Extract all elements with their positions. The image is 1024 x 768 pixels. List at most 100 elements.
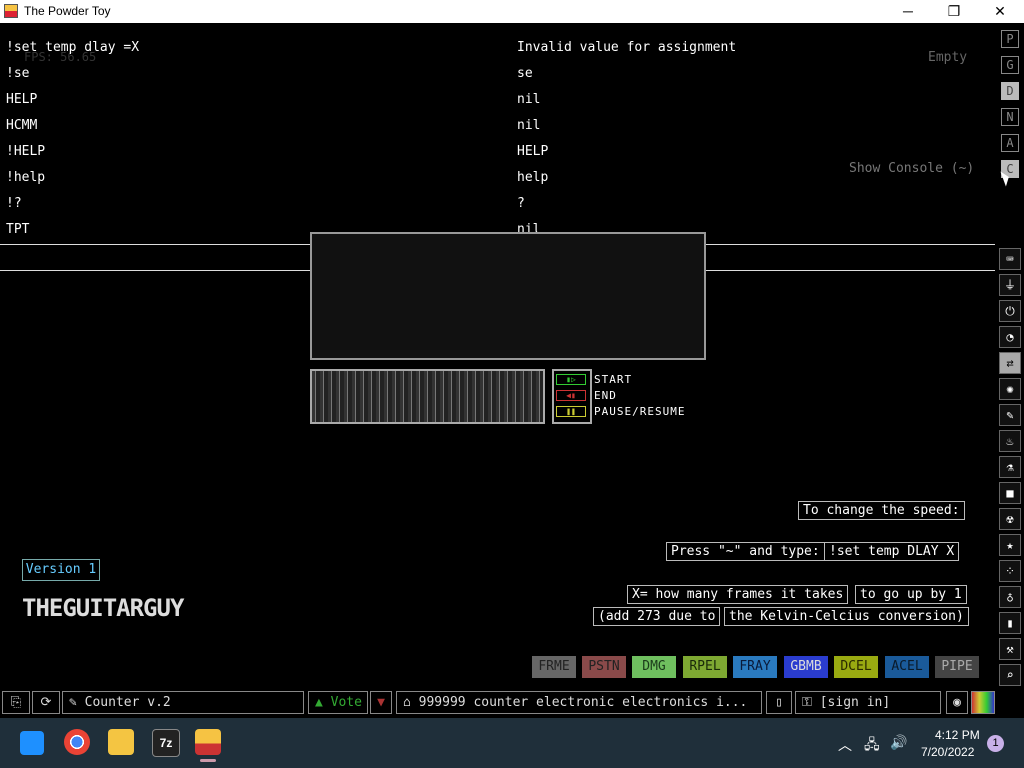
vote-down-button[interactable]: ▼	[370, 691, 392, 714]
start-led[interactable]: ▮▷	[556, 374, 586, 385]
pause-led[interactable]: ❚❚	[556, 406, 586, 417]
tag-icon: ⌂	[403, 695, 419, 710]
gear-cluster-icon[interactable]: ✺	[999, 378, 1021, 400]
side-tab[interactable]: N	[1001, 108, 1019, 126]
title-bar: The Powder Toy ─ ❐ ✕	[0, 0, 1024, 23]
notification-badge[interactable]: 1	[987, 735, 1004, 752]
console-result: ?	[517, 196, 525, 211]
chrome-icon[interactable]	[64, 729, 90, 755]
side-tab[interactable]: A	[1001, 134, 1019, 152]
show-console-tooltip: Show Console (~)	[849, 161, 975, 176]
volume-icon[interactable]: 🔊	[890, 734, 907, 751]
console-result: nil	[517, 118, 541, 133]
console-command: !help	[6, 170, 46, 185]
description-button[interactable]: ⌂ 999999 counter electronic electronics …	[396, 691, 762, 714]
element-fray[interactable]: FRAY	[733, 656, 777, 678]
window-title: The Powder Toy	[24, 4, 111, 18]
power-icon[interactable]: ⏻	[999, 300, 1021, 322]
sign-frame	[310, 232, 706, 360]
speed-note-add-cont: the Kelvin-Celcius conversion)	[724, 607, 969, 626]
keyboard-icon[interactable]: ⌨	[999, 248, 1021, 270]
plug-icon[interactable]: ⏚	[999, 274, 1021, 296]
console-command: HCMM	[6, 118, 38, 133]
console-command: !HELP	[6, 144, 46, 159]
clock-time[interactable]: 4:12 PM	[935, 728, 980, 742]
pause-label: PAUSE/RESUME	[594, 405, 686, 418]
console-result: se	[517, 66, 533, 81]
particles-icon[interactable]: ⁘	[999, 560, 1021, 582]
settings-icon[interactable]: ◉	[946, 691, 968, 714]
vote-up-button[interactable]: ▲ Vote	[308, 691, 368, 714]
7zip-icon[interactable]: 7z	[152, 729, 180, 757]
side-tab[interactable]: G	[1001, 56, 1019, 74]
gauge-icon[interactable]: ◔	[999, 326, 1021, 348]
file-explorer-icon[interactable]	[108, 729, 134, 755]
end-label: END	[594, 389, 617, 402]
speed-note-x: X= how many frames it takes	[627, 585, 849, 604]
minimize-button[interactable]: ─	[885, 0, 931, 23]
console-result: HELP	[517, 144, 549, 159]
speed-note-add: (add 273 due to	[593, 607, 721, 626]
save-icon: ✎	[69, 695, 85, 710]
search-icon[interactable]: ⌕	[999, 664, 1021, 686]
element-acel[interactable]: ACEL	[885, 656, 929, 678]
report-icon[interactable]: ▯	[766, 691, 792, 714]
element-dmg[interactable]: DMG	[632, 656, 676, 678]
flame-icon[interactable]: ♨	[999, 430, 1021, 452]
element-dcel[interactable]: DCEL	[834, 656, 878, 678]
description-text: 999999 counter electronic electronics i.…	[418, 695, 748, 710]
console-result: nil	[517, 92, 541, 107]
end-led[interactable]: ◀▮	[556, 390, 586, 401]
flask-icon[interactable]: ⚗	[999, 456, 1021, 478]
radiation-icon[interactable]: ☢	[999, 508, 1021, 530]
maximize-button[interactable]: ❐	[931, 0, 977, 23]
speed-note-x-cont: to go up by 1	[855, 585, 967, 604]
powder-toy-taskbar-icon[interactable]	[195, 729, 221, 755]
author-label: THEGUITARGUY	[22, 594, 184, 622]
console-command: !set temp dlay =X	[6, 40, 140, 55]
sign-in-button[interactable]: ⚿ [sign in]	[795, 691, 941, 714]
speed-note-command: !set temp DLAY X	[824, 542, 960, 561]
console-command: TPT	[6, 222, 30, 237]
element-pipe[interactable]: PIPE	[935, 656, 979, 678]
console-result: help	[517, 170, 549, 185]
active-app-indicator	[200, 759, 216, 762]
element-pstn[interactable]: PSTN	[582, 656, 626, 678]
console-command: !?	[6, 196, 22, 211]
clock-date[interactable]: 7/20/2022	[921, 745, 974, 759]
hammer-icon[interactable]: ⚒	[999, 638, 1021, 660]
element-rpel[interactable]: RPEL	[683, 656, 727, 678]
console-command: !se	[6, 66, 30, 81]
brush-icon[interactable]: ✎	[999, 404, 1021, 426]
app-icon	[4, 4, 18, 18]
arrows-icon[interactable]: ⇄	[999, 352, 1021, 374]
side-tab[interactable]: P	[1001, 30, 1019, 48]
side-tab[interactable]: D	[1001, 82, 1019, 100]
open-save-icon[interactable]: ⎘	[2, 691, 30, 714]
sign-in-label: [sign in]	[819, 695, 891, 710]
render-mode-icon[interactable]	[971, 691, 995, 714]
console-result: Invalid value for assignment	[517, 40, 737, 55]
console-command: HELP	[6, 92, 38, 107]
hover-element-label: Empty	[928, 50, 968, 65]
vote-label: Vote	[330, 695, 362, 710]
key-icon: ⚿	[802, 695, 820, 710]
speed-note-title: To change the speed:	[798, 501, 965, 520]
chevron-up-icon[interactable]: ︿	[838, 735, 852, 755]
counter-circuit	[310, 369, 545, 424]
windows-start-icon[interactable]	[20, 731, 44, 755]
bulb-icon[interactable]: ♁	[999, 586, 1021, 608]
network-icon[interactable]: 🖧	[864, 734, 880, 758]
close-button[interactable]: ✕	[977, 0, 1023, 23]
version-label: Version 1	[22, 559, 100, 581]
square-icon[interactable]: ■	[999, 482, 1021, 504]
element-gbmb[interactable]: GBMB	[784, 656, 828, 678]
reload-icon[interactable]: ⟳	[32, 691, 60, 714]
bookmark-icon[interactable]: ▮	[999, 612, 1021, 634]
speed-note-press: Press "~" and type:	[666, 542, 825, 561]
start-label: START	[594, 373, 633, 386]
save-name-button[interactable]: ✎ Counter v.2	[62, 691, 304, 714]
element-frme[interactable]: FRME	[532, 656, 576, 678]
thumbs-up-icon: ▲	[315, 695, 331, 710]
star-icon[interactable]: ★	[999, 534, 1021, 556]
